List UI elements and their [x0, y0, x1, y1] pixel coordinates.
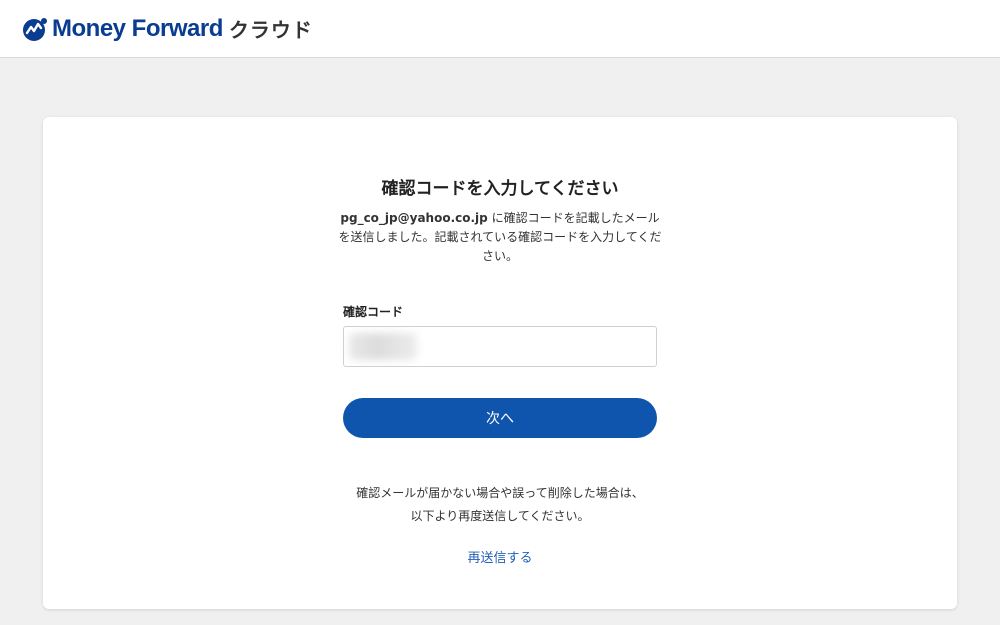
top-header: Money Forward クラウド — [0, 0, 1000, 58]
brand-logo[interactable]: Money Forward クラウド — [22, 14, 313, 43]
verification-card: 確認コードを入力してください pg_co_jp@yahoo.co.jp に確認コ… — [43, 117, 957, 609]
resend-note-line-2: 以下より再度送信してください。 — [410, 509, 590, 523]
resend-note-line-1: 確認メールが届かない場合や誤って削除した場合は、 — [356, 486, 644, 500]
recipient-email: pg_co_jp@yahoo.co.jp — [340, 211, 488, 225]
page-title: 確認コードを入力してください — [381, 179, 619, 199]
resend-note: 確認メールが届かない場合や誤って削除した場合は、 以下より再度送信してください。 — [333, 482, 667, 528]
instruction-text: pg_co_jp@yahoo.co.jp に確認コードを記載したメールを送信しま… — [337, 209, 663, 266]
redacted-code-mask — [349, 333, 417, 360]
resend-link[interactable]: 再送信する — [343, 547, 657, 566]
brand-suffix: クラウド — [228, 18, 313, 42]
next-button[interactable]: 次へ — [343, 398, 657, 438]
code-field-label: 確認コード — [343, 305, 404, 319]
brand-name: Money Forward — [52, 14, 223, 42]
money-forward-logo-icon — [23, 17, 47, 41]
